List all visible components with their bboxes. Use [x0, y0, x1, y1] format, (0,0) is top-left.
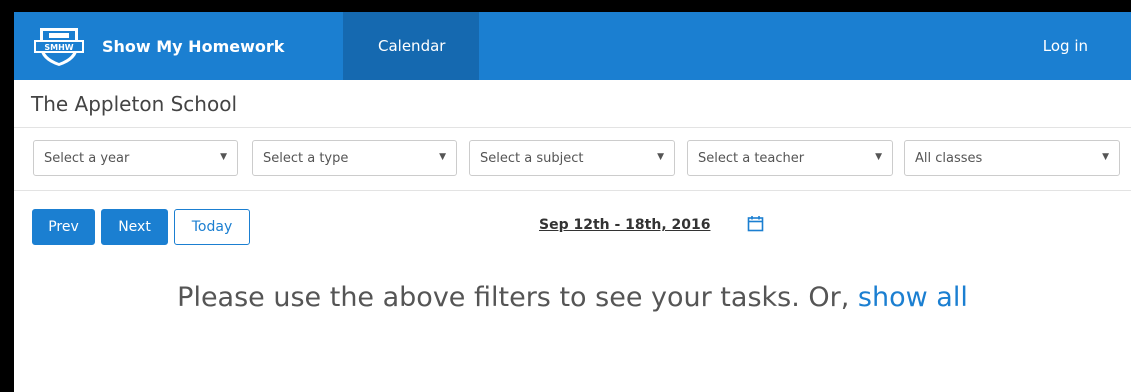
chevron-down-icon: ▼ — [220, 152, 227, 162]
app-frame: SMHW Show My Homework Calendar Log in Th… — [14, 12, 1131, 392]
date-range-label[interactable]: Sep 12th - 18th, 2016 — [539, 217, 710, 233]
login-link[interactable]: Log in — [1043, 12, 1088, 80]
calendar-icon[interactable] — [747, 215, 764, 232]
top-navbar: SMHW Show My Homework Calendar Log in — [14, 12, 1131, 80]
school-name: The Appleton School — [14, 80, 1131, 128]
chevron-down-icon: ▼ — [439, 152, 446, 162]
smhw-shield-logo-icon: SMHW — [34, 28, 84, 66]
today-button[interactable]: Today — [174, 209, 250, 245]
year-select-label: Select a year — [44, 150, 130, 166]
calendar-toolbar: Prev Next Today Sep 12th - 18th, 2016 — [14, 191, 1131, 255]
subject-select[interactable]: Select a subject ▼ — [469, 140, 675, 176]
brand-name: Show My Homework — [102, 36, 285, 56]
next-button[interactable]: Next — [101, 209, 168, 245]
year-select[interactable]: Select a year ▼ — [33, 140, 238, 176]
classes-select[interactable]: All classes ▼ — [904, 140, 1120, 176]
chevron-down-icon: ▼ — [657, 152, 664, 162]
teacher-select[interactable]: Select a teacher ▼ — [687, 140, 893, 176]
empty-state-message: Please use the above filters to see your… — [14, 282, 1131, 313]
chevron-down-icon: ▼ — [875, 152, 882, 162]
subject-select-label: Select a subject — [480, 150, 584, 166]
type-select[interactable]: Select a type ▼ — [252, 140, 457, 176]
nav-calendar-tab[interactable]: Calendar — [343, 12, 479, 80]
filter-bar: Select a year ▼ Select a type ▼ Select a… — [14, 128, 1131, 191]
prev-button[interactable]: Prev — [32, 209, 95, 245]
show-all-link[interactable]: show all — [858, 282, 968, 313]
svg-text:SMHW: SMHW — [44, 43, 73, 52]
brand[interactable]: SMHW Show My Homework — [32, 12, 284, 80]
classes-select-label: All classes — [915, 150, 983, 166]
teacher-select-label: Select a teacher — [698, 150, 805, 166]
empty-state-text: Please use the above filters to see your… — [177, 282, 858, 313]
chevron-down-icon: ▼ — [1102, 152, 1109, 162]
type-select-label: Select a type — [263, 150, 349, 166]
